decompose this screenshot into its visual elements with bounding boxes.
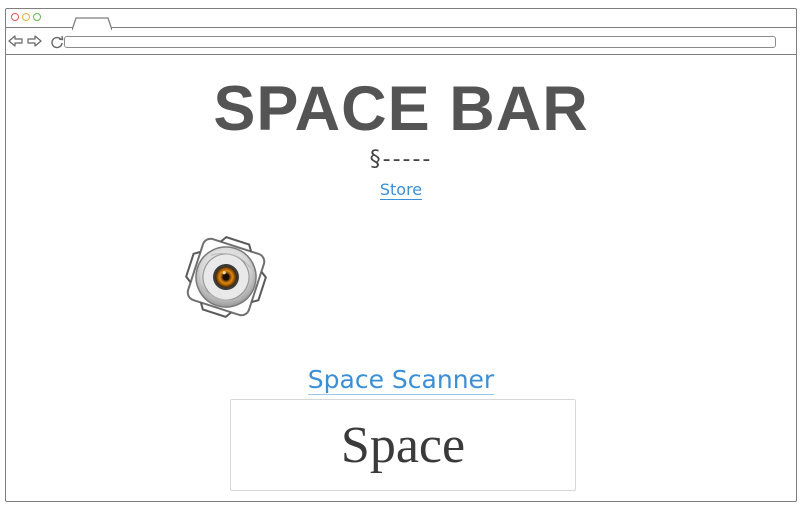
store-link[interactable]: Store <box>379 180 423 200</box>
navigation-bar <box>6 28 796 55</box>
back-arrow-icon[interactable] <box>8 33 24 47</box>
space-scanner-link[interactable]: Space Scanner <box>307 365 495 395</box>
nav-buttons <box>8 33 42 47</box>
maximize-window-button[interactable] <box>33 13 41 21</box>
forward-arrow-icon[interactable] <box>26 33 42 47</box>
page-content: SPACE BAR §----- Store Space Scanner Spa… <box>6 55 796 501</box>
close-window-button[interactable] <box>11 13 19 21</box>
scanner-heading-container: Space Scanner <box>6 365 796 395</box>
page-title: SPACE BAR <box>213 74 589 144</box>
space-balance: §----- <box>369 147 433 172</box>
address-bar[interactable] <box>64 36 776 48</box>
reload-icon[interactable] <box>50 34 64 49</box>
window-controls <box>11 13 41 21</box>
portal-core-icon[interactable] <box>180 231 272 323</box>
space-scanner-display[interactable]: Space <box>230 399 576 491</box>
browser-window: SPACE BAR §----- Store Space Scanner Spa… <box>5 8 797 502</box>
store-link-container: Store <box>6 180 796 200</box>
browser-tab[interactable] <box>71 15 113 31</box>
minimize-window-button[interactable] <box>22 13 30 21</box>
tab-bar <box>6 9 796 31</box>
